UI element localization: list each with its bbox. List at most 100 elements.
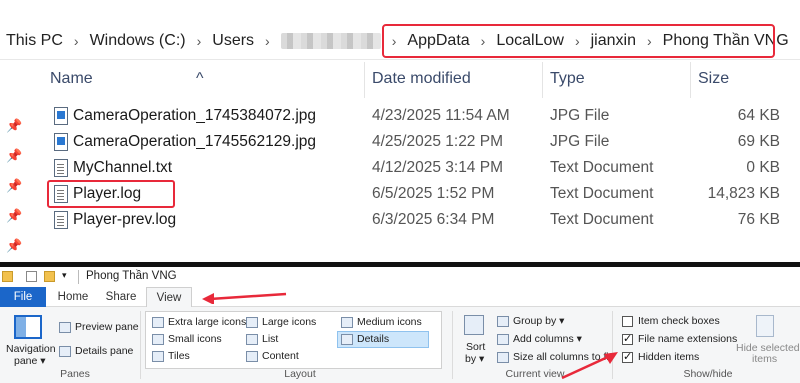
file-name: CameraOperation_1745562129.jpg <box>73 133 317 150</box>
group-by-icon <box>497 315 509 327</box>
file-row[interactable]: CameraOperation_1745384072.jpg 4/23/2025… <box>0 103 800 129</box>
ribbon-view-panel: Navigation pane ▾ Preview pane Details p… <box>0 307 800 383</box>
layout-large-icons[interactable]: Large icons <box>246 316 316 328</box>
file-name-extensions-checkbox[interactable] <box>622 332 633 345</box>
file-name-extensions-label: File name extensions <box>638 333 738 345</box>
column-divider[interactable] <box>690 62 691 98</box>
layout-label: Medium icons <box>357 316 422 328</box>
file-row[interactable]: Player.log 6/5/2025 1:52 PM Text Documen… <box>0 181 800 207</box>
column-size[interactable]: Size <box>698 70 729 88</box>
column-divider[interactable] <box>364 62 365 98</box>
file-size: 69 KB <box>737 133 780 150</box>
hide-selected-button-line2[interactable]: items <box>752 353 777 365</box>
file-name-extensions-toggle[interactable]: File name extensions <box>622 332 738 345</box>
hidden-items-label: Hidden items <box>638 351 700 363</box>
layout-label: Content <box>262 350 299 362</box>
details-pane-label: Details pane <box>75 345 134 357</box>
group-label-show-hide: Show/hide <box>683 368 733 380</box>
new-folder-icon[interactable] <box>44 271 55 282</box>
hidden-items-toggle[interactable]: Hidden items <box>622 350 700 363</box>
breadcrumb-windows-c[interactable]: Windows (C:) <box>90 32 186 50</box>
layout-extra-large-icons[interactable]: Extra large icons <box>152 316 246 328</box>
details-pane-icon <box>59 345 71 357</box>
breadcrumb-locallow[interactable]: LocalLow <box>496 32 564 50</box>
navigation-pane-button[interactable]: Navigation <box>6 343 56 355</box>
preview-pane-button[interactable]: Preview pane <box>59 321 139 333</box>
chevron-right-icon: › <box>391 32 397 49</box>
size-all-columns-button[interactable]: Size all columns to fit <box>497 351 612 363</box>
hidden-items-checkbox[interactable] <box>622 350 633 363</box>
navigation-pane-icon[interactable] <box>14 315 42 339</box>
file-type: Text Document <box>550 185 654 202</box>
add-columns-button[interactable]: Add columns ▾ <box>497 333 582 345</box>
text-file-icon <box>54 159 68 177</box>
sort-by-button[interactable]: Sort <box>466 341 485 353</box>
sort-by-dropdown[interactable]: by ▾ <box>465 353 484 365</box>
column-header-row: ^ Name Date modified Type Size <box>0 62 800 100</box>
tab-view[interactable]: View <box>146 287 192 308</box>
column-type[interactable]: Type <box>550 70 585 88</box>
layout-tiles[interactable]: Tiles <box>152 350 190 362</box>
hide-selected-icon[interactable] <box>756 315 774 337</box>
preview-pane-label: Preview pane <box>75 321 139 333</box>
tab-home[interactable]: Home <box>52 287 94 307</box>
file-date: 6/3/2025 6:34 PM <box>372 211 495 228</box>
breadcrumb-this-pc[interactable]: This PC <box>6 32 63 50</box>
breadcrumb-users[interactable]: Users <box>212 32 254 50</box>
chevron-right-icon: › <box>196 32 202 49</box>
file-row[interactable]: Player-prev.log 6/3/2025 6:34 PM Text Do… <box>0 207 800 233</box>
layout-label: Tiles <box>168 350 190 362</box>
chevron-right-icon: › <box>574 32 580 49</box>
image-file-icon <box>54 133 68 151</box>
file-date: 4/12/2025 3:14 PM <box>372 159 503 176</box>
item-check-boxes-checkbox[interactable] <box>622 315 633 327</box>
layout-label: List <box>262 333 279 345</box>
address-bar[interactable]: This PC › Windows (C:) › Users › › AppDa… <box>0 22 800 60</box>
tab-file[interactable]: File <box>0 287 46 307</box>
column-date-modified[interactable]: Date modified <box>372 70 471 88</box>
group-by-button[interactable]: Group by ▾ <box>497 315 564 327</box>
text-file-icon <box>54 185 68 203</box>
column-name[interactable]: Name <box>50 70 93 88</box>
extra-large-icons-icon <box>152 316 164 328</box>
column-divider[interactable] <box>542 62 543 98</box>
group-label-layout: Layout <box>284 368 316 380</box>
layout-list[interactable]: List <box>246 333 278 345</box>
tiles-icon <box>152 350 164 362</box>
breadcrumb-jianxin[interactable]: jianxin <box>591 32 636 50</box>
chevron-right-icon: › <box>646 32 652 49</box>
navigation-pane-dropdown[interactable]: pane ▾ <box>14 355 46 367</box>
layout-small-icons[interactable]: Small icons <box>152 333 222 345</box>
layout-content[interactable]: Content <box>246 350 299 362</box>
file-name: MyChannel.txt <box>73 159 173 176</box>
layout-label: Extra large icons <box>168 316 247 328</box>
layout-details[interactable]: Details <box>341 333 389 345</box>
layout-label: Small icons <box>168 333 222 345</box>
group-divider <box>140 311 141 379</box>
ribbon-tabs: File Home Share View <box>0 287 800 308</box>
file-size: 14,823 KB <box>707 185 780 202</box>
chevron-right-icon: › <box>73 32 79 49</box>
breadcrumb-appdata[interactable]: AppData <box>407 32 469 50</box>
sort-by-icon[interactable] <box>464 315 484 335</box>
layout-label: Large icons <box>262 316 317 328</box>
tab-share[interactable]: Share <box>100 287 142 307</box>
breadcrumb-phong-than-vng[interactable]: Phong Thần VNG <box>663 32 789 50</box>
file-type: JPG File <box>550 133 610 150</box>
group-label-panes: Panes <box>60 368 90 380</box>
chevron-down-icon[interactable]: ▾ <box>62 270 73 281</box>
group-divider <box>452 311 453 379</box>
details-pane-button[interactable]: Details pane <box>59 345 133 357</box>
item-check-boxes-toggle[interactable]: Item check boxes <box>622 315 720 327</box>
file-row[interactable]: CameraOperation_1745562129.jpg 4/25/2025… <box>0 129 800 155</box>
file-size: 0 KB <box>746 159 780 176</box>
file-row[interactable]: MyChannel.txt 4/12/2025 3:14 PM Text Doc… <box>0 155 800 181</box>
layout-medium-icons[interactable]: Medium icons <box>341 316 422 328</box>
folder-icon[interactable] <box>2 271 13 282</box>
large-icons-icon <box>246 316 258 328</box>
file-size: 64 KB <box>737 107 780 124</box>
properties-icon[interactable] <box>26 271 37 282</box>
size-all-label: Size all columns to fit <box>513 351 612 363</box>
file-type: Text Document <box>550 211 654 228</box>
item-check-boxes-label: Item check boxes <box>638 315 720 327</box>
